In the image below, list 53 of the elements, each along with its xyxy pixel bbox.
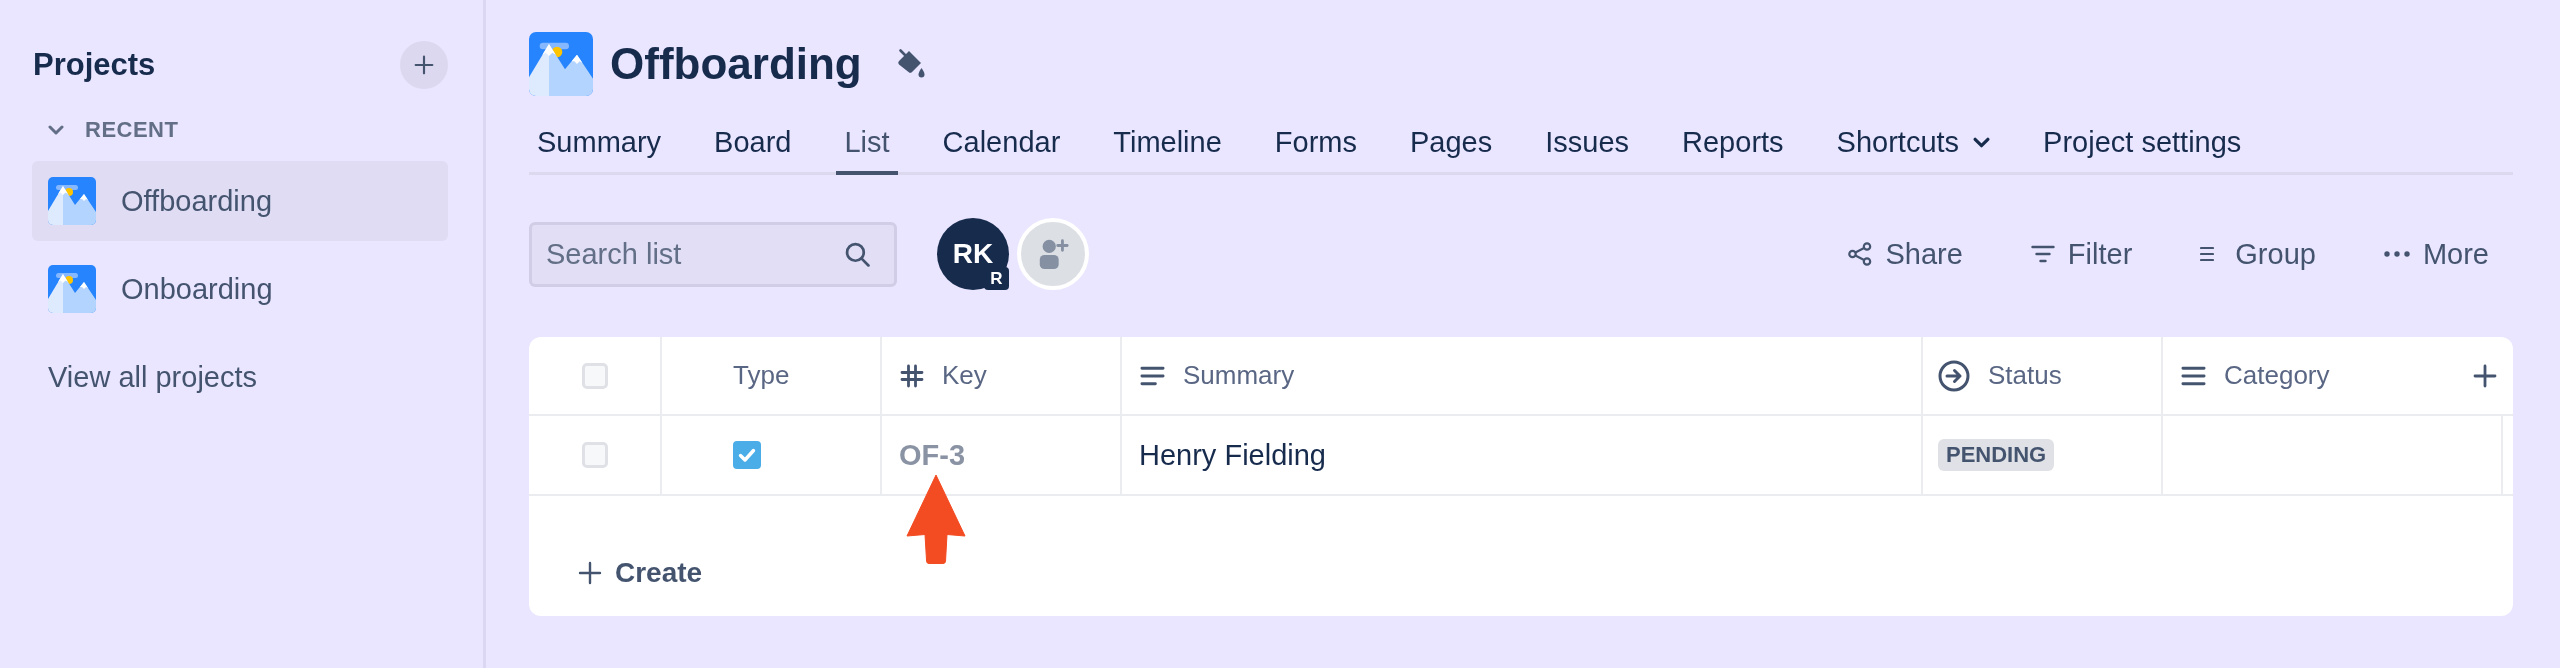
group-button[interactable]: Group (2188, 230, 2328, 278)
project-icon (48, 177, 96, 225)
tab[interactable]: Project settings (2035, 114, 2250, 175)
more-button[interactable]: More (2371, 230, 2501, 278)
align-left-icon (1140, 365, 1165, 386)
tab[interactable]: Pages (1402, 114, 1501, 175)
recent-section-toggle[interactable]: RECENT (32, 110, 179, 150)
share-icon (1848, 242, 1873, 266)
issue-summary: Henry Fielding (1139, 438, 1326, 472)
column-header[interactable]: Status (1921, 337, 2161, 414)
plus-icon (414, 55, 434, 75)
project-item[interactable]: Offboarding (32, 161, 448, 241)
tab[interactable]: Reports (1674, 114, 1792, 175)
task-icon (733, 441, 761, 469)
lines-icon (2200, 246, 2215, 262)
view-all-projects-link[interactable]: View all projects (32, 337, 448, 417)
column-header[interactable]: Key (880, 337, 1120, 414)
tab[interactable]: Summary (529, 114, 670, 175)
paint-bucket-icon[interactable] (896, 48, 925, 80)
column-header[interactable]: Summary (1120, 337, 1921, 414)
plus-icon (2473, 363, 2497, 388)
user-avatar[interactable]: RK R (937, 218, 1009, 290)
row-checkbox[interactable] (581, 442, 608, 468)
project-icon (48, 265, 96, 313)
column-header[interactable]: Category (2161, 337, 2457, 414)
select-all-checkbox[interactable] (581, 362, 608, 389)
tab[interactable]: Forms (1266, 114, 1365, 175)
column-header[interactable]: Type (660, 337, 880, 414)
tab[interactable]: List (836, 114, 898, 175)
project-title: Offboarding (610, 42, 862, 86)
role-badge: R (984, 267, 1009, 290)
search-icon (845, 241, 870, 267)
tab[interactable]: Timeline (1105, 114, 1230, 175)
list-icon (2181, 365, 2206, 386)
project-item[interactable]: Onboarding (32, 249, 448, 329)
filter-icon (2030, 245, 2055, 263)
tab[interactable]: Issues (1537, 114, 1638, 175)
filter-button[interactable]: Filter (2018, 230, 2145, 278)
add-project-button[interactable] (400, 41, 448, 89)
ellipsis-icon (2383, 251, 2410, 257)
tab[interactable]: Calendar (934, 114, 1069, 175)
project-icon (529, 32, 593, 96)
tab[interactable]: Shortcuts (1828, 114, 1999, 175)
tab[interactable]: Board (706, 114, 800, 175)
sidebar-title: Projects (33, 47, 156, 83)
search-field[interactable]: Search list (529, 221, 897, 287)
plus-icon (578, 561, 602, 585)
share-button[interactable]: Share (1836, 230, 1975, 278)
hash-icon (900, 363, 924, 388)
arrow-circle-icon (1938, 359, 1970, 392)
create-button[interactable]: Create (566, 551, 715, 595)
status-lozenge: PENDING (1938, 439, 2055, 471)
up-arrow-icon (906, 474, 966, 564)
